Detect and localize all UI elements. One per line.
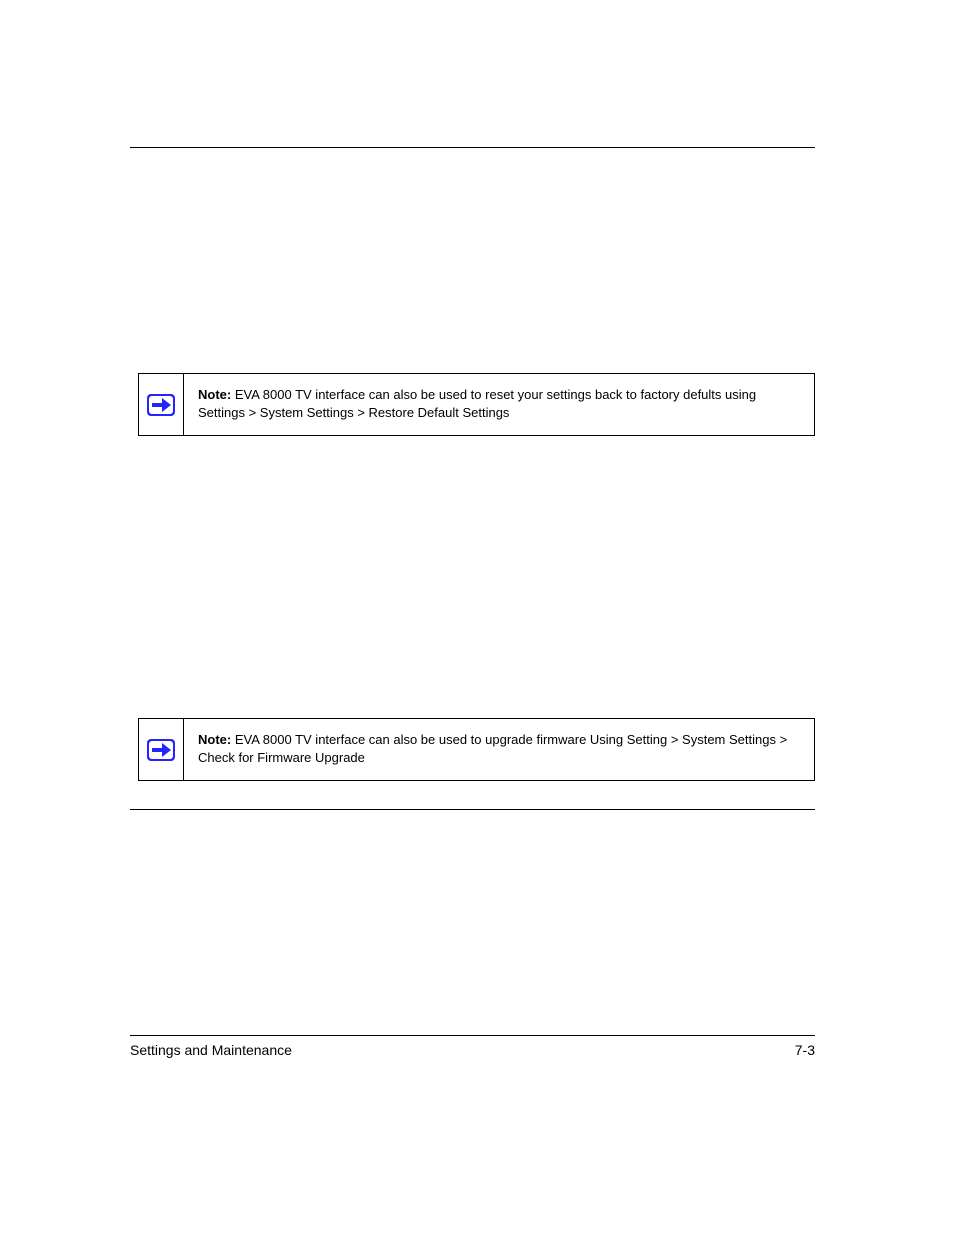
note-text: Note: EVA 8000 TV interface can also be …	[184, 374, 814, 435]
footer-page-number: 7-3	[795, 1042, 815, 1058]
page-content: Note: EVA 8000 TV interface can also be …	[130, 147, 815, 810]
arrow-icon	[146, 393, 176, 417]
arrow-icon	[146, 738, 176, 762]
note-body: EVA 8000 TV interface can also be used t…	[198, 387, 756, 420]
note-box-2: Note: EVA 8000 TV interface can also be …	[138, 718, 815, 781]
note-icon-cell	[139, 719, 184, 780]
footer-left-text: Settings and Maintenance	[130, 1042, 292, 1058]
page-footer: Settings and Maintenance 7-3	[130, 1035, 815, 1058]
note-lead: Note:	[198, 387, 231, 402]
whitespace-block	[130, 173, 815, 373]
section-horizontal-rule	[130, 809, 815, 810]
note-body: EVA 8000 TV interface can also be used t…	[198, 732, 787, 765]
whitespace-block	[130, 436, 815, 718]
note-icon-cell	[139, 374, 184, 435]
footer-horizontal-rule	[130, 1035, 815, 1036]
note-box-1: Note: EVA 8000 TV interface can also be …	[138, 373, 815, 436]
top-horizontal-rule	[130, 147, 815, 148]
note-lead: Note:	[198, 732, 231, 747]
footer-row: Settings and Maintenance 7-3	[130, 1040, 815, 1058]
note-text: Note: EVA 8000 TV interface can also be …	[184, 719, 814, 780]
